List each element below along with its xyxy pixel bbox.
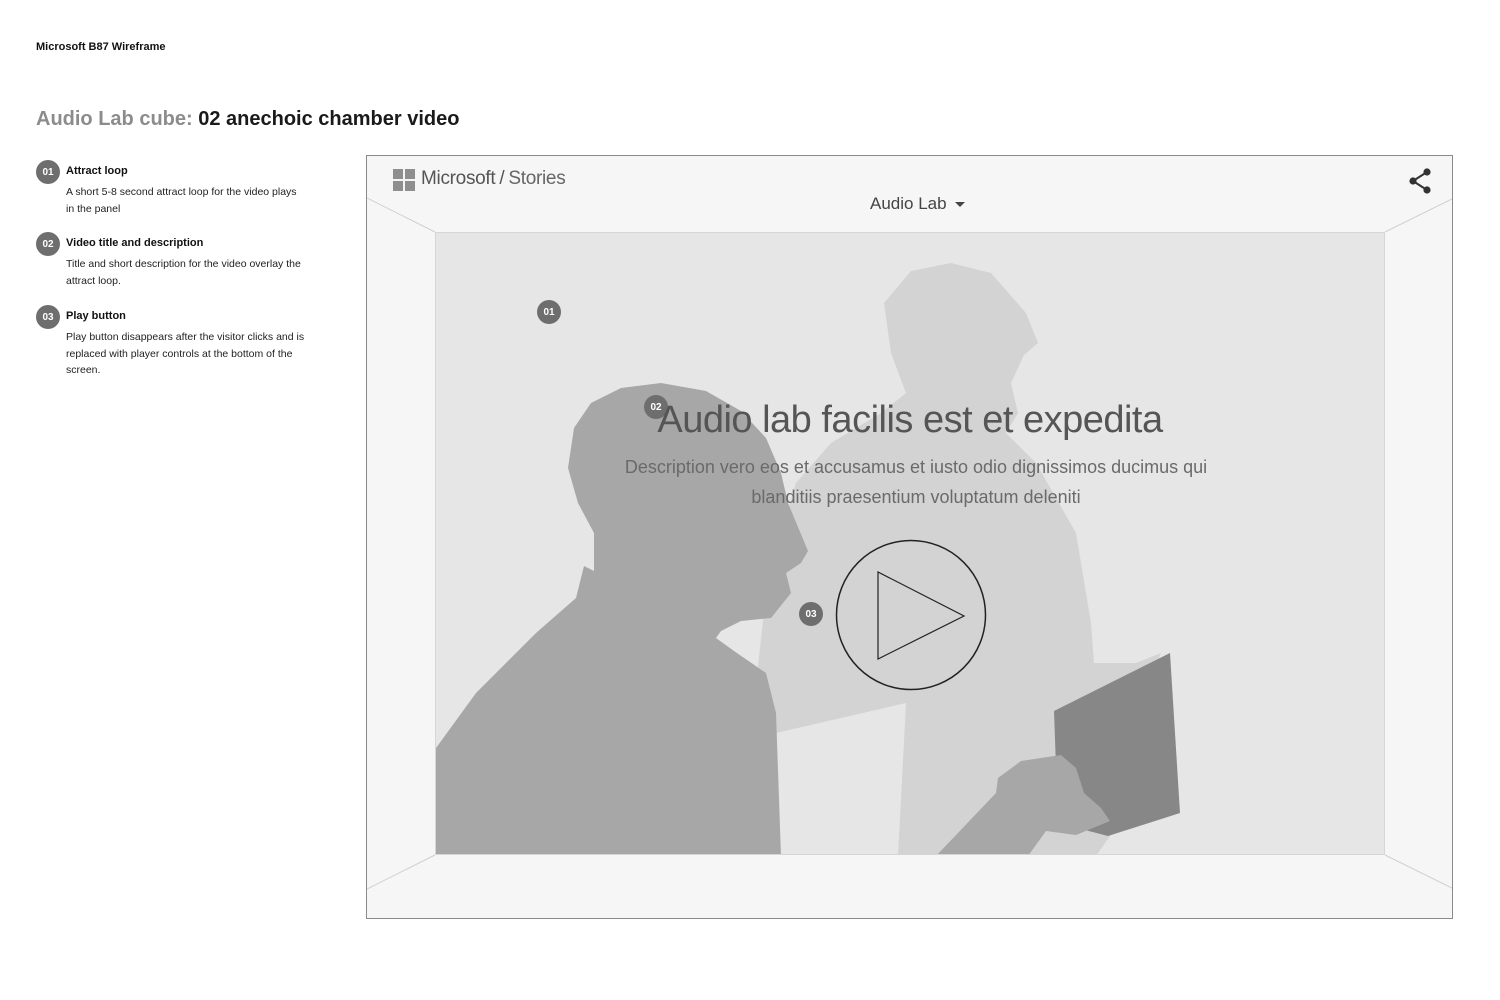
- dropdown-label: Audio Lab: [870, 194, 947, 213]
- screen-mockup: Microsoft / Stories Audio Lab 01 02 03 Aud…: [366, 155, 1453, 919]
- page-title: Audio Lab cube: 02 anechoic chamber vide…: [36, 108, 459, 131]
- annotation-notes: 01 Attract loop A short 5-8 second attra…: [36, 160, 306, 379]
- note-description: Play button disappears after the visitor…: [66, 331, 305, 376]
- share-icon[interactable]: [1407, 167, 1435, 195]
- note-video-title: 02 Video title and description Title and…: [36, 232, 306, 305]
- note-title: Video title and description: [66, 237, 204, 249]
- note-title: Play button: [66, 310, 126, 322]
- callout-03-badge: 03: [799, 602, 823, 626]
- brand-breadcrumb: Microsoft / Stories: [421, 168, 566, 190]
- note-description: Title and short description for the vide…: [66, 258, 301, 287]
- caret-down-icon: [954, 202, 965, 208]
- video-title: Audio lab facilis est et expedita: [657, 399, 1163, 441]
- breadcrumb-stories[interactable]: Stories: [508, 168, 565, 189]
- page-title-main: 02 anechoic chamber video: [198, 108, 460, 130]
- note-attract-loop: 01 Attract loop A short 5-8 second attra…: [36, 160, 306, 232]
- page-title-prefix: Audio Lab cube:: [36, 108, 193, 130]
- note-number-badge: 03: [36, 305, 60, 329]
- note-number-badge: 02: [36, 232, 60, 256]
- site-header: Microsoft / Stories Audio Lab: [367, 156, 1452, 231]
- play-icon[interactable]: [835, 539, 987, 691]
- note-title: Attract loop: [66, 165, 128, 177]
- callout-01-badge: 01: [537, 300, 561, 324]
- microsoft-logo-icon: [393, 169, 415, 191]
- audio-lab-dropdown[interactable]: Audio Lab: [870, 194, 965, 214]
- note-description: A short 5-8 second attract loop for the …: [66, 186, 297, 215]
- video-panel[interactable]: 01 02 03 Audio lab facilis est et expedi…: [435, 232, 1385, 855]
- note-play-button: 03 Play button Play button disappears af…: [36, 305, 306, 379]
- brand-name[interactable]: Microsoft: [421, 168, 496, 189]
- note-number-badge: 01: [36, 160, 60, 184]
- doc-label: Microsoft B87 Wireframe: [36, 41, 166, 53]
- video-description: Description vero eos et accusamus et ius…: [624, 457, 1208, 507]
- breadcrumb-separator: /: [499, 168, 505, 189]
